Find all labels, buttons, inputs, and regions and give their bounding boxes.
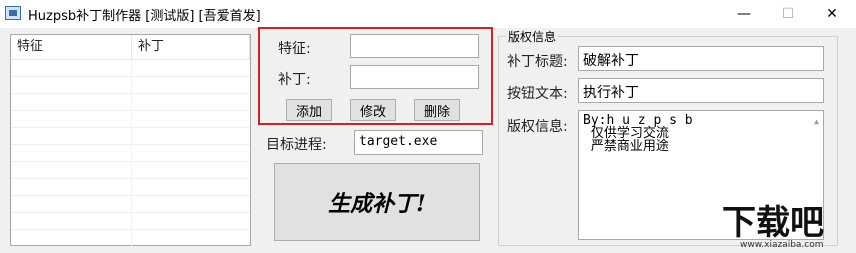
generate-patch-button[interactable]: 生成补丁!	[274, 163, 480, 241]
column-gridline	[131, 60, 132, 246]
grid-row	[11, 144, 250, 145]
edit-button[interactable]: 修改	[350, 99, 396, 121]
column-header-patch[interactable]: 补丁	[132, 35, 250, 59]
delete-button[interactable]: 删除	[414, 99, 460, 121]
patch-title-label: 补丁标题:	[507, 54, 568, 70]
column-header-feature[interactable]: 特征	[11, 35, 131, 59]
xiazaiba-watermark-logo: 下载吧 www.xiazaiba.com	[718, 200, 852, 250]
grid-row	[11, 212, 250, 213]
minimize-button[interactable]: —	[722, 0, 766, 28]
window-title: Huzpsb补丁制作器 [测试版] [吾爱首发]	[28, 9, 261, 24]
patch-list[interactable]: 特征 补丁	[10, 34, 251, 246]
feature-input[interactable]	[350, 34, 479, 58]
app-icon	[5, 6, 21, 20]
copyright-line: 严禁商业用途	[583, 139, 669, 154]
patch-input[interactable]	[350, 65, 479, 89]
target-process-label: 目标进程:	[266, 137, 327, 153]
grid-row	[11, 93, 250, 94]
button-text-label: 按钮文本:	[507, 86, 568, 102]
grid-row	[11, 76, 250, 77]
add-button[interactable]: 添加	[286, 99, 332, 121]
grid-row	[11, 127, 250, 128]
maximize-button[interactable]: ☐	[766, 0, 810, 28]
grid-row	[11, 110, 250, 111]
grid-row	[11, 178, 250, 179]
scroll-up-arrow-icon[interactable]: ▲	[814, 115, 819, 128]
grid-row	[11, 195, 250, 196]
watermark-url: www.xiazaiba.com	[740, 240, 824, 250]
copyright-info-label: 版权信息:	[507, 119, 568, 135]
copyright-group-title: 版权信息	[506, 28, 559, 45]
button-text-input[interactable]: 执行补丁	[578, 78, 824, 103]
grid-row	[11, 229, 250, 230]
grid-row	[11, 161, 250, 162]
patch-label: 补丁:	[278, 72, 311, 88]
watermark-logo-text: 下载吧	[722, 203, 824, 243]
feature-label: 特征:	[278, 41, 311, 57]
target-process-input[interactable]: target.exe	[354, 130, 483, 155]
column-divider[interactable]	[249, 35, 250, 59]
close-button[interactable]: ✕	[810, 0, 854, 28]
patch-title-input[interactable]: 破解补丁	[578, 46, 824, 71]
